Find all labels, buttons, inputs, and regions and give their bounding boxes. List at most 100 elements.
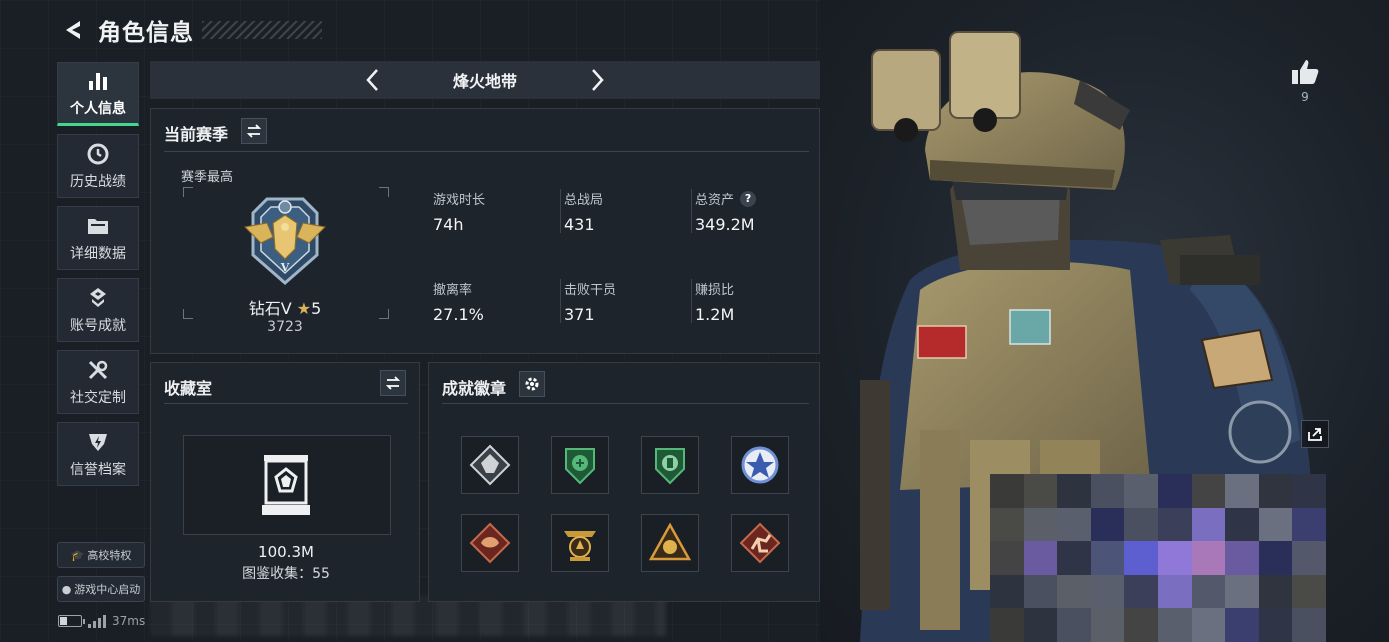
mosaic-tile — [1057, 474, 1091, 508]
current-season-title: 当前赛季 — [164, 125, 229, 144]
mosaic-tile — [1258, 474, 1293, 508]
sidebar-item-profile[interactable]: 个人信息 — [57, 62, 139, 126]
sidebar-item-achievements[interactable]: 账号成就 — [57, 278, 139, 342]
mosaic-tile — [1023, 474, 1058, 508]
sidebar-item-details[interactable]: 详细数据 — [57, 206, 139, 270]
graduation-cap-icon: 🎓 — [70, 548, 85, 562]
sidebar-item-label: 历史战绩 — [70, 174, 126, 190]
mosaic-tile — [1191, 507, 1226, 542]
mosaic-tile — [1191, 541, 1226, 575]
mosaic-tile — [1090, 474, 1125, 508]
mosaic-tile — [1258, 507, 1293, 542]
chevron-left-icon — [366, 69, 378, 91]
sidebar-item-credit[interactable]: 信誉档案 — [57, 422, 139, 486]
mosaic-tile — [1292, 474, 1326, 508]
badge-settings-button[interactable] — [519, 371, 545, 397]
mosaic-tile — [1124, 608, 1158, 642]
green-shield-badge-icon — [565, 448, 595, 485]
share-button[interactable] — [1301, 420, 1329, 448]
blue-star-badge-icon — [741, 446, 779, 484]
thumbs-up-icon — [1292, 60, 1319, 84]
stat-profit-ratio: 赚损比 1.2M — [695, 283, 735, 324]
badge-diamond[interactable] — [461, 436, 519, 494]
sidebar: 个人信息 历史战绩 详细数据 账号成就 社交定制 信誉档案 — [57, 62, 139, 494]
blurred-banner — [150, 596, 666, 636]
mosaic-tile — [1225, 608, 1259, 642]
next-season-button[interactable] — [582, 65, 612, 95]
mosaic-tile — [1292, 541, 1326, 575]
mosaic-tile — [1090, 608, 1125, 642]
mosaic-tile — [1292, 608, 1326, 642]
mosaic-tile — [1191, 574, 1226, 609]
badge-green-shield-2[interactable] — [641, 436, 699, 494]
star-icon: ★ — [296, 299, 312, 318]
sidebar-item-label: 账号成就 — [70, 318, 126, 334]
red-runner-badge-icon — [739, 522, 781, 564]
collection-count: 图鉴收集：55 — [242, 566, 330, 582]
mosaic-tile — [1225, 507, 1259, 542]
svg-text:V: V — [280, 261, 290, 274]
stat-total-assets: 总资产? 349.2M — [695, 190, 757, 234]
collection-panel: 收藏室 100.3M 图鉴收集：55 — [150, 362, 420, 602]
mosaic-tile — [1225, 474, 1259, 508]
chevron-right-icon — [592, 69, 604, 91]
mosaic-tile — [1258, 574, 1293, 609]
season-name: 烽火地带 — [452, 72, 517, 91]
mosaic-tile — [1124, 541, 1158, 575]
rank-emblem-icon: V — [243, 197, 327, 285]
season-swap-button[interactable] — [241, 118, 267, 144]
gold-triangle-badge-icon — [648, 522, 692, 561]
mosaic-tile — [1292, 507, 1326, 542]
stat-operators-defeated: 击败干员 371 — [564, 283, 617, 324]
mosaic-tile — [1191, 474, 1226, 508]
mosaic-tile — [1090, 541, 1125, 575]
mosaic-tile — [1157, 574, 1192, 609]
stat-extract-rate: 撤离率 27.1% — [433, 283, 484, 324]
rank-name: 钻石V — [248, 299, 292, 318]
mosaic-tile — [1225, 574, 1259, 609]
mosaic-tile — [990, 574, 1024, 609]
stat-total-matches: 总战局 431 — [564, 193, 604, 234]
mosaic-tile — [990, 608, 1024, 642]
mosaic-tile — [990, 474, 1024, 508]
mosaic-tile — [1023, 608, 1058, 642]
game-center-button[interactable]: ● 游戏中心启动 — [57, 576, 145, 602]
sidebar-item-social[interactable]: 社交定制 — [57, 350, 139, 414]
mosaic-tile — [1157, 507, 1192, 542]
collection-swap-button[interactable] — [380, 370, 406, 396]
prev-season-button[interactable] — [358, 65, 388, 95]
season-switcher: 烽火地带 — [150, 61, 820, 99]
campus-privilege-button[interactable]: 🎓 高校特权 — [57, 542, 145, 568]
mosaic-tile — [1258, 608, 1293, 642]
back-arrow-icon — [66, 21, 80, 39]
swap-arrows-icon — [385, 376, 401, 390]
panel-divider — [164, 151, 809, 152]
tools-icon — [85, 357, 111, 383]
badge-gold-triangle[interactable] — [641, 514, 699, 572]
mosaic-tile — [1023, 507, 1058, 542]
like-count: 9 — [1301, 90, 1309, 104]
badge-gold-tower[interactable] — [551, 514, 609, 572]
badge-red-dragon[interactable] — [461, 514, 519, 572]
mosaic-tile — [990, 507, 1024, 542]
badge-green-shield[interactable] — [551, 436, 609, 494]
battery-icon — [58, 615, 85, 627]
mosaic-tile — [1124, 507, 1158, 542]
mosaic-tile — [1225, 541, 1259, 575]
sidebar-item-label: 详细数据 — [70, 246, 126, 262]
rank-caption: 赛季最高 — [181, 170, 234, 185]
sidebar-item-label: 个人信息 — [70, 101, 126, 117]
collection-value: 100.3M — [258, 543, 314, 561]
help-icon[interactable]: ? — [740, 190, 757, 207]
sidebar-item-history[interactable]: 历史战绩 — [57, 134, 139, 198]
rank-points: 3723 — [267, 319, 303, 335]
badge-blue-star[interactable] — [731, 436, 789, 494]
collection-title: 收藏室 — [164, 379, 213, 398]
like-button[interactable]: 9 — [1288, 58, 1322, 104]
mosaic-tile — [1292, 574, 1326, 609]
badge-red-runner[interactable] — [731, 514, 789, 572]
back-button[interactable] — [56, 13, 90, 47]
badges-panel: 成就徽章 — [428, 362, 820, 602]
status-bar: 37ms — [58, 614, 145, 628]
mosaic-tile — [1124, 474, 1158, 508]
